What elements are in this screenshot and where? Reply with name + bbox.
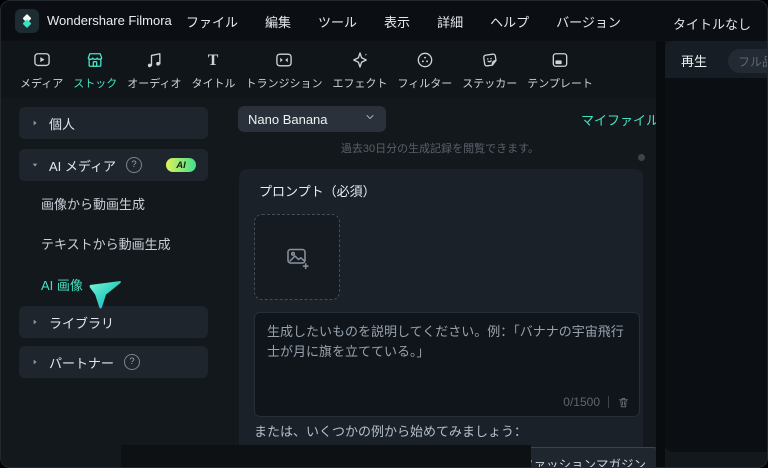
chevron-down-icon	[364, 110, 376, 128]
sidebar-item-library[interactable]: ライブラリ	[19, 306, 208, 338]
tab-filters[interactable]: フィルター	[392, 49, 457, 91]
history-note: 過去30日分の生成記録を閲覧できます。	[340, 143, 540, 155]
sidebar-item-text-to-video[interactable]: テキストから動画生成	[41, 234, 171, 253]
panel-divider	[656, 41, 665, 467]
char-count: 0/1500	[563, 395, 600, 409]
tab-label: ストック	[73, 77, 118, 90]
tab-label: オーディオ	[127, 77, 182, 90]
chevron-right-icon	[31, 358, 39, 366]
my-files-link[interactable]: マイファイル	[581, 110, 659, 129]
menu-items: ファイル 編集 ツール 表示 詳細 ヘルプ バージョン	[186, 1, 621, 41]
svg-text:T: T	[208, 52, 219, 69]
ai-badge: AI	[166, 158, 196, 172]
menu-details[interactable]: 詳細	[437, 12, 463, 31]
menu-version[interactable]: バージョン	[556, 12, 621, 31]
tab-label: メディア	[20, 77, 64, 90]
sidebar-item-ai-media[interactable]: AI メディア ? AI	[19, 149, 208, 181]
tab-stickers[interactable]: ステッカー	[457, 49, 522, 91]
tab-label: フィルター	[397, 77, 453, 90]
sidebar-item-image-to-video[interactable]: 画像から動画生成	[41, 194, 145, 213]
music-note-icon	[144, 49, 164, 71]
prompt-title: プロンプト（必須）	[259, 184, 376, 199]
sidebar-item-personal[interactable]: 個人	[19, 107, 208, 139]
library-tabbar: メディア ストック オーディオ T タイトル トランジション エフェクト フィル…	[1, 41, 656, 98]
stock-icon	[85, 49, 105, 71]
examples-label: または、いくつかの例から始めてみましょう：	[254, 424, 528, 439]
effects-star-icon	[350, 49, 370, 71]
tab-templates[interactable]: テンプレート	[522, 49, 598, 91]
tab-label: エフェクト	[332, 77, 388, 90]
sidebar-item-ai-image[interactable]: AI 画像	[41, 275, 83, 294]
menu-view[interactable]: 表示	[384, 12, 410, 31]
counter-divider	[608, 396, 609, 408]
filter-lens-icon	[415, 49, 435, 71]
chevron-down-icon	[31, 161, 39, 169]
play-tab[interactable]: 再生	[681, 51, 707, 70]
tab-media[interactable]: メディア	[15, 49, 68, 91]
tab-label: ステッカー	[462, 77, 518, 90]
chevron-right-icon	[31, 119, 39, 127]
filmora-window: Wondershare Filmora ファイル 編集 ツール 表示 詳細 ヘル…	[0, 0, 768, 468]
text-title-icon: T	[203, 49, 223, 71]
tab-effects[interactable]: エフェクト	[327, 49, 392, 91]
model-select-dropdown[interactable]: Nano Banana	[238, 106, 386, 132]
model-selected-value: Nano Banana	[248, 111, 328, 127]
chevron-right-icon	[31, 318, 39, 326]
help-question-icon[interactable]: ?	[126, 157, 142, 173]
menubar: Wondershare Filmora ファイル 編集 ツール 表示 詳細 ヘル…	[1, 1, 767, 41]
quality-dropdown[interactable]: フル品質	[728, 49, 767, 73]
tab-label: テンプレート	[527, 77, 593, 90]
tab-stock[interactable]: ストック	[68, 49, 122, 91]
prompt-textarea-wrap: 0/1500	[254, 312, 640, 417]
menu-file[interactable]: ファイル	[186, 12, 238, 31]
bottom-overlay	[121, 445, 531, 467]
preview-area	[665, 78, 767, 452]
help-question-icon[interactable]: ?	[124, 354, 141, 370]
add-image-icon	[287, 248, 309, 270]
scrollbar-thumb[interactable]	[638, 154, 645, 161]
sidebar-label: パートナー	[49, 355, 115, 371]
sticker-face-icon	[480, 49, 500, 71]
tab-transition[interactable]: トランジション	[240, 49, 327, 91]
trash-icon[interactable]	[617, 396, 630, 409]
tab-label: タイトル	[191, 77, 236, 90]
sidebar-label: ライブラリ	[49, 315, 115, 331]
sidebar-label: 個人	[49, 116, 76, 132]
image-upload-dropzone[interactable]	[254, 214, 340, 300]
sidebar-label: AI メディア	[49, 158, 116, 174]
sidebar-item-partner[interactable]: パートナー ?	[19, 346, 208, 378]
tab-title[interactable]: T タイトル	[186, 49, 240, 91]
menu-help[interactable]: ヘルプ	[490, 12, 529, 31]
app-brand: Wondershare Filmora	[47, 13, 172, 28]
filmora-logo-icon	[15, 9, 39, 33]
char-counter: 0/1500	[563, 395, 630, 409]
media-icon	[32, 49, 52, 71]
tab-audio[interactable]: オーディオ	[122, 49, 186, 91]
quality-value: フル品質	[738, 54, 767, 69]
tab-label: トランジション	[245, 77, 323, 90]
project-title: タイトルなし	[673, 17, 752, 32]
transition-icon	[274, 49, 294, 71]
menu-tools[interactable]: ツール	[318, 12, 357, 31]
template-layout-icon	[550, 49, 570, 71]
menu-edit[interactable]: 編集	[265, 12, 291, 31]
